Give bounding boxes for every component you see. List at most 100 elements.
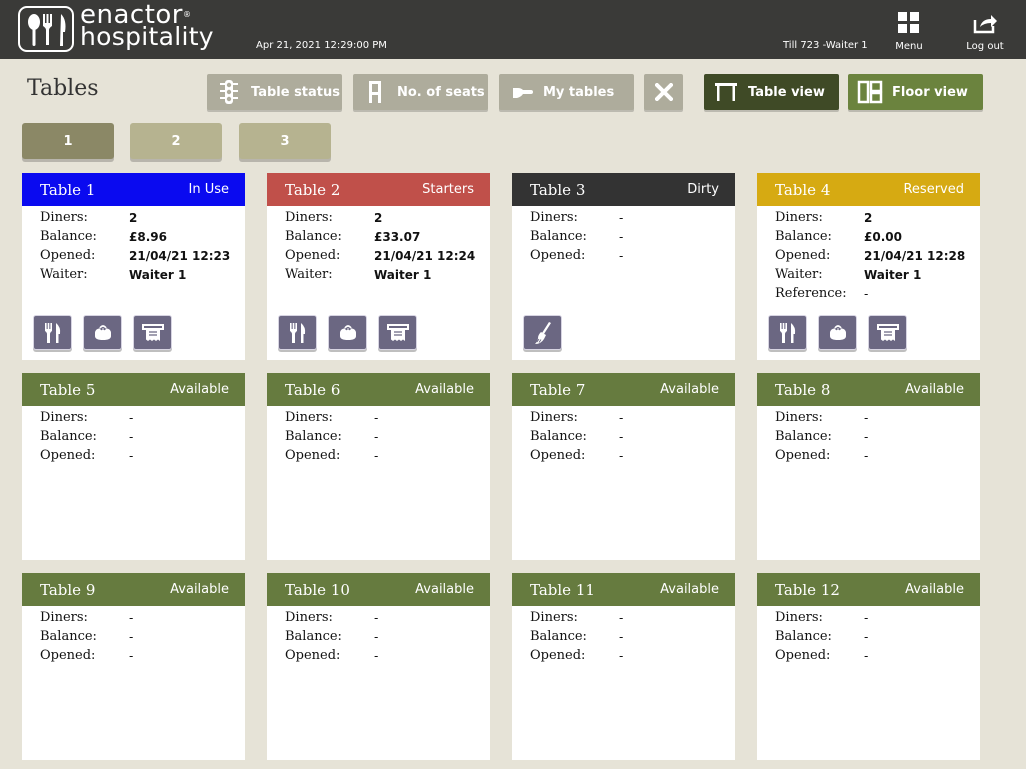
detail-row-balance: Balance: - (267, 427, 490, 446)
purse-icon (828, 324, 848, 342)
cutlery-icon (44, 322, 62, 344)
detail-row-opened: Opened: 21/04/21 12:28 (757, 246, 980, 265)
opened-label: Opened: (285, 248, 341, 263)
detail-row-waiter: Waiter: Waiter 1 (757, 265, 980, 284)
menu-button[interactable]: Menu (879, 8, 939, 54)
opened-label: Opened: (775, 648, 831, 663)
table-status-button[interactable]: Table status (207, 74, 342, 110)
table-status: Available (415, 582, 474, 597)
diners-label: Diners: (775, 410, 823, 425)
cutlery-button[interactable] (768, 315, 807, 350)
table-details: Diners: - Balance: - Opened: - (267, 606, 490, 665)
page-tab-3[interactable]: 3 (239, 123, 331, 159)
detail-row-balance: Balance: - (512, 227, 735, 246)
balance-label: Balance: (530, 229, 587, 244)
table-actions (768, 315, 907, 350)
diners-value: - (129, 410, 134, 425)
receipt-button[interactable] (868, 315, 907, 350)
logout-button[interactable]: Log out (955, 8, 1015, 54)
balance-label: Balance: (40, 429, 97, 444)
diners-value: - (374, 610, 379, 625)
waiter-label: Waiter: (285, 267, 333, 282)
table-card-header: Table 5 Available (22, 373, 245, 406)
no-of-seats-label: No. of seats (397, 84, 485, 100)
detail-row-diners: Diners: - (512, 208, 735, 227)
table-card[interactable]: Table 7 Available Diners: - Balance: - Opened:… (512, 373, 735, 560)
purse-button[interactable] (328, 315, 367, 350)
diners-value: - (619, 210, 624, 225)
table-card-header: Table 4 Reserved (757, 173, 980, 206)
balance-label: Balance: (285, 629, 342, 644)
cutlery-icon (779, 322, 797, 344)
table-card[interactable]: Table 4 Reserved Diners: 2 Balance: £0.00 Open… (757, 173, 980, 360)
cutlery-button[interactable] (278, 315, 317, 350)
opened-label: Opened: (530, 648, 586, 663)
broom-button[interactable] (523, 315, 562, 350)
opened-value: 21/04/21 12:23 (129, 248, 231, 263)
page-tab-1[interactable]: 1 (22, 123, 114, 159)
table-actions (278, 315, 417, 350)
floor-view-button[interactable]: Floor view (848, 74, 983, 110)
opened-value: - (129, 448, 134, 463)
table-card[interactable]: Table 11 Available Diners: - Balance: - Opened… (512, 573, 735, 760)
table-name: Table 12 (775, 580, 840, 599)
detail-row-diners: Diners: - (757, 408, 980, 427)
detail-row-waiter: Waiter: Waiter 1 (22, 265, 245, 284)
detail-row-balance: Balance: - (757, 627, 980, 646)
table-status: In Use (188, 182, 230, 197)
table-view-button[interactable]: Table view (704, 74, 839, 110)
opened-value: - (619, 448, 624, 463)
page-tab-2[interactable]: 2 (130, 123, 222, 159)
diners-value: - (129, 610, 134, 625)
purse-button[interactable] (83, 315, 122, 350)
balance-value: - (129, 629, 134, 644)
table-name: Table 3 (530, 180, 586, 199)
opened-value: - (129, 648, 134, 663)
cutlery-button[interactable] (33, 315, 72, 350)
table-card-header: Table 12 Available (757, 573, 980, 606)
receipt-button[interactable] (133, 315, 172, 350)
table-details: Diners: - Balance: - Opened: - (22, 606, 245, 665)
clear-filter-button[interactable] (644, 74, 683, 110)
table-status-label: Table status (251, 84, 341, 100)
table-card[interactable]: Table 12 Available Diners: - Balance: - Opened… (757, 573, 980, 760)
cutlery-icon (289, 322, 307, 344)
table-card-header: Table 7 Available (512, 373, 735, 406)
table-status: Reserved (903, 182, 964, 197)
table-card[interactable]: Table 1 In Use Diners: 2 Balance: £8.96 Opened… (22, 173, 245, 360)
table-card[interactable]: Table 3 Dirty Diners: - Balance: - Opened: - (512, 173, 735, 360)
cutlery-logo-icon (18, 6, 74, 52)
detail-row-opened: Opened: - (757, 646, 980, 665)
balance-value: £33.07 (374, 229, 421, 244)
opened-value: - (864, 648, 869, 663)
table-details: Diners: 2 Balance: £33.07 Opened: 21/04/21 12… (267, 206, 490, 284)
balance-value: - (864, 629, 869, 644)
detail-row-opened: Opened: - (267, 446, 490, 465)
detail-row-diners: Diners: - (512, 408, 735, 427)
detail-row-opened: Opened: - (267, 646, 490, 665)
table-status: Available (170, 382, 229, 397)
traffic-light-icon (207, 74, 251, 110)
balance-value: - (374, 429, 379, 444)
table-card[interactable]: Table 8 Available Diners: - Balance: - Opened:… (757, 373, 980, 560)
no-of-seats-button[interactable]: No. of seats (353, 74, 488, 110)
table-card[interactable]: Table 5 Available Diners: - Balance: - Opened:… (22, 373, 245, 560)
table-card-header: Table 8 Available (757, 373, 980, 406)
receipt-button[interactable] (378, 315, 417, 350)
diners-value: - (619, 610, 624, 625)
purse-button[interactable] (818, 315, 857, 350)
opened-label: Opened: (530, 248, 586, 263)
table-card[interactable]: Table 10 Available Diners: - Balance: - Opened… (267, 573, 490, 760)
balance-value: £8.96 (129, 229, 167, 244)
opened-value: - (864, 448, 869, 463)
balance-value: - (129, 429, 134, 444)
detail-row-reference: Reference: - (757, 284, 980, 303)
reference-label: Reference: (775, 286, 847, 301)
my-tables-button[interactable]: My tables (499, 74, 634, 110)
table-card[interactable]: Table 2 Starters Diners: 2 Balance: £33.07 Ope… (267, 173, 490, 360)
table-card[interactable]: Table 6 Available Diners: - Balance: - Opened:… (267, 373, 490, 560)
table-card[interactable]: Table 9 Available Diners: - Balance: - Opened:… (22, 573, 245, 760)
page-title: Tables (27, 76, 99, 101)
opened-value: - (374, 648, 379, 663)
share-out-icon (955, 12, 1015, 34)
